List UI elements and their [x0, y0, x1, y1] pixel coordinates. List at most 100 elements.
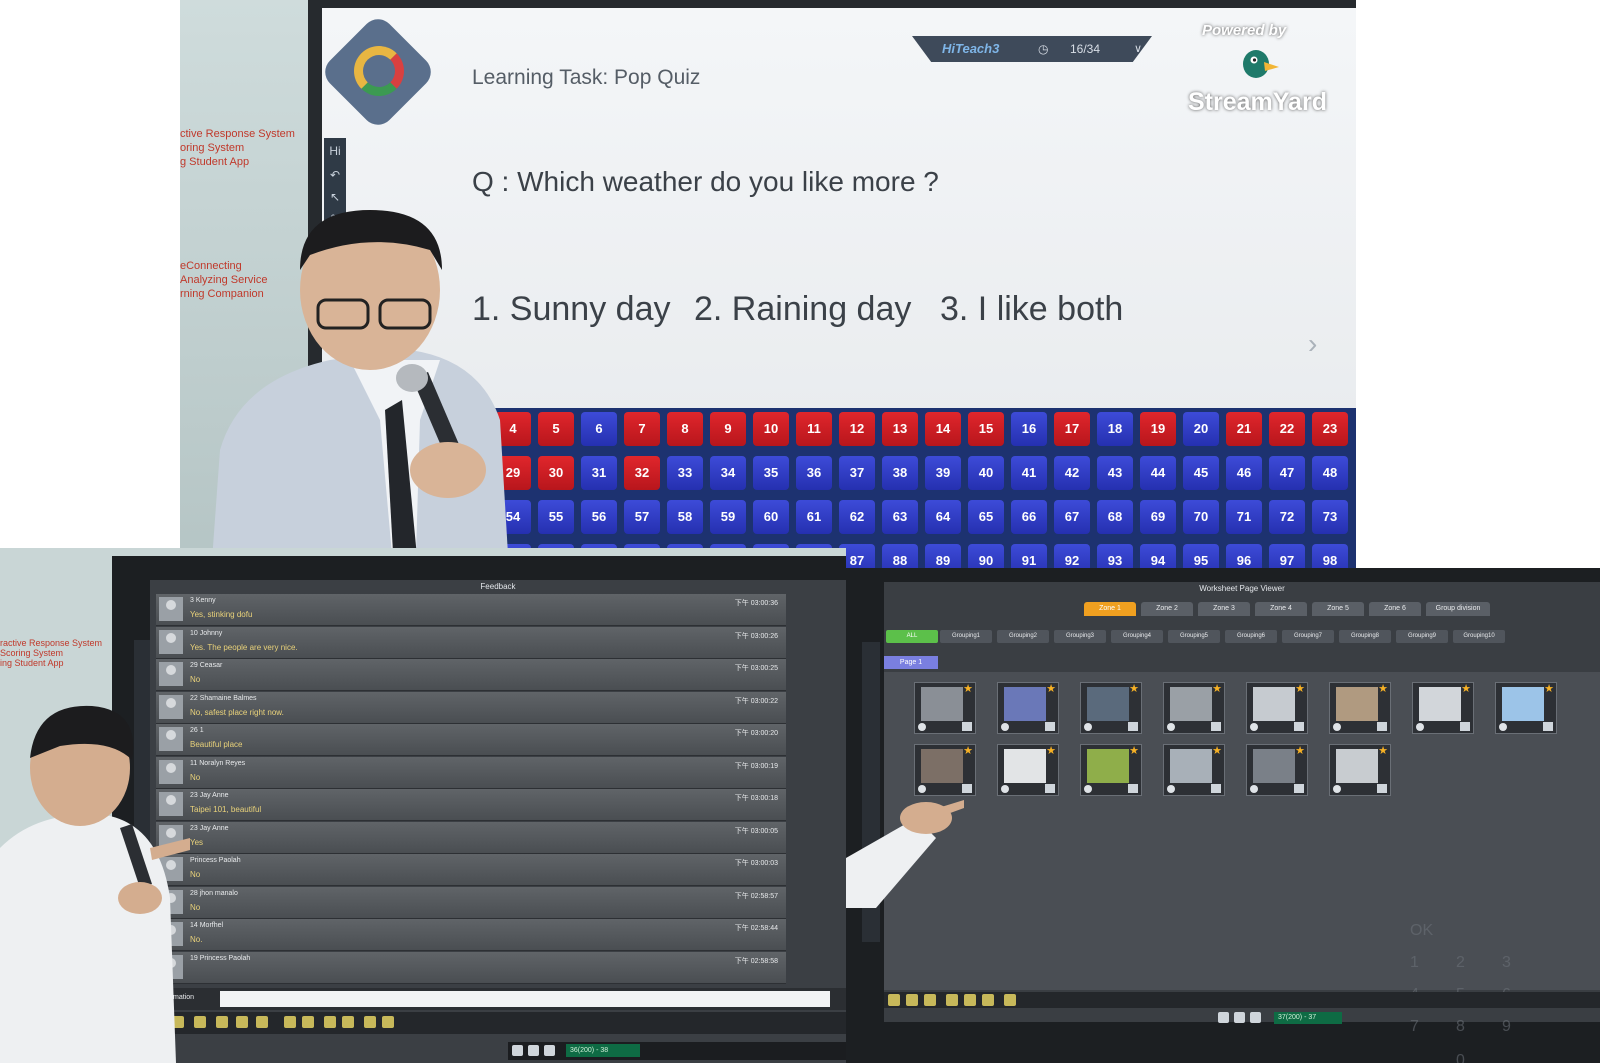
- student-number-cell[interactable]: 73: [1312, 500, 1348, 534]
- grouping-tab[interactable]: Grouping3: [1054, 630, 1106, 643]
- student-number-cell[interactable]: 36: [796, 456, 832, 490]
- student-number-cell[interactable]: 7: [624, 412, 660, 446]
- hiteach-side-toolbar[interactable]: Hi ↶ ↖ ✎: [324, 138, 346, 248]
- student-number-cell[interactable]: 4: [495, 412, 531, 446]
- camera-icon[interactable]: [1084, 723, 1092, 731]
- student-number-cell[interactable]: 38: [882, 456, 918, 490]
- camera-icon[interactable]: [1167, 723, 1175, 731]
- feedback-row[interactable]: 22 Shamaine Balmes No, safest place right…: [156, 691, 786, 724]
- grid-icon[interactable]: [1128, 784, 1138, 793]
- network-icon[interactable]: [544, 1045, 555, 1056]
- feedback-row[interactable]: Princess Paolah No 下午 03:00:03: [156, 854, 786, 886]
- student-number-cell[interactable]: 6: [581, 412, 617, 446]
- student-number-cell[interactable]: 17: [1054, 412, 1090, 446]
- student-number-cell[interactable]: 28: [452, 456, 488, 490]
- student-number-cell[interactable]: 32: [624, 456, 660, 490]
- toolbar-button-icon[interactable]: [1004, 994, 1016, 1006]
- grouping-tab[interactable]: Grouping1: [940, 630, 992, 643]
- feedback-row[interactable]: 11 Noralyn Reyes No 下午 03:00:19: [156, 756, 786, 789]
- grouping-tab[interactable]: Grouping5: [1168, 630, 1220, 643]
- student-number-cell[interactable]: 63: [882, 500, 918, 534]
- star-icon[interactable]: ★: [1295, 746, 1305, 757]
- camera-icon[interactable]: [1333, 723, 1341, 731]
- hi-icon[interactable]: Hi: [328, 144, 342, 158]
- student-number-cell[interactable]: 62: [839, 500, 875, 534]
- feedback-row[interactable]: 23 Jay Anne Taipei 101, beautiful 下午 03:00…: [156, 789, 786, 821]
- grid-icon[interactable]: [1377, 784, 1387, 793]
- feedback-row[interactable]: 19 Princess Paolah 下午 02:58:58: [156, 951, 786, 984]
- student-number-cell[interactable]: 65: [968, 500, 1004, 534]
- camera-icon[interactable]: [1001, 785, 1009, 793]
- star-icon[interactable]: ★: [1129, 746, 1139, 757]
- star-icon[interactable]: ★: [1378, 746, 1388, 757]
- student-number-cell[interactable]: 70: [1183, 500, 1219, 534]
- toolbar-button-icon[interactable]: [964, 994, 976, 1006]
- student-number-cell[interactable]: 43: [1097, 456, 1133, 490]
- grouping-tab[interactable]: ALL: [886, 630, 938, 643]
- student-number-cell[interactable]: 35: [753, 456, 789, 490]
- student-number-cell[interactable]: 59: [710, 500, 746, 534]
- camera-icon[interactable]: [1167, 785, 1175, 793]
- student-number-cell[interactable]: 71: [1226, 500, 1262, 534]
- student-number-cell[interactable]: 21: [1226, 412, 1262, 446]
- grouping-tab[interactable]: Grouping4: [1111, 630, 1163, 643]
- star-icon[interactable]: ★: [1461, 684, 1471, 695]
- feedback-row[interactable]: 10 Johnny Yes. The people are very nice. 下…: [156, 626, 786, 659]
- star-icon[interactable]: ★: [1046, 684, 1056, 695]
- camera-icon[interactable]: [1084, 785, 1092, 793]
- student-number-cell[interactable]: 16: [1011, 412, 1047, 446]
- student-number-cell[interactable]: 64: [925, 500, 961, 534]
- bottom-toolbar[interactable]: [884, 992, 1600, 1008]
- worksheet-thumbnail[interactable]: ★: [1412, 682, 1474, 734]
- worksheet-thumbnail[interactable]: ★: [1163, 682, 1225, 734]
- toolbar-button-icon[interactable]: [982, 994, 994, 1006]
- worksheet-thumbnail[interactable]: ★: [1246, 744, 1308, 796]
- star-icon[interactable]: ★: [1212, 684, 1222, 695]
- student-number-cell[interactable]: 48: [1312, 456, 1348, 490]
- student-number-cell[interactable]: 44: [1140, 456, 1176, 490]
- star-icon[interactable]: ★: [1129, 684, 1139, 695]
- grid-icon[interactable]: [1377, 722, 1387, 731]
- camera-icon[interactable]: [1499, 723, 1507, 731]
- student-number-cell[interactable]: 41: [1011, 456, 1047, 490]
- grid-icon[interactable]: [1294, 784, 1304, 793]
- camera-icon[interactable]: [1250, 723, 1258, 731]
- worksheet-thumbnail[interactable]: ★: [1163, 744, 1225, 796]
- student-number-cell[interactable]: 20: [1183, 412, 1219, 446]
- feedback-row[interactable]: 28 jhon manalo No 下午 02:58:57: [156, 886, 786, 919]
- grid-icon[interactable]: [1045, 784, 1055, 793]
- toolbar-button-icon[interactable]: [906, 994, 918, 1006]
- hiteach-top-bar[interactable]: HiTeach3 ◷ 16/34 ∨: [912, 36, 1152, 62]
- worksheet-thumbnail[interactable]: ★: [1329, 744, 1391, 796]
- student-number-cell[interactable]: 10: [753, 412, 789, 446]
- student-number-cell[interactable]: 60: [753, 500, 789, 534]
- student-number-cell[interactable]: 5: [538, 412, 574, 446]
- camera-icon[interactable]: [1333, 785, 1341, 793]
- student-number-cell[interactable]: 47: [1269, 456, 1305, 490]
- toolbar-button-icon[interactable]: [924, 994, 936, 1006]
- toolbar-button-icon[interactable]: [382, 1016, 394, 1028]
- grid-icon[interactable]: [1460, 722, 1470, 731]
- student-number-cell[interactable]: 11: [796, 412, 832, 446]
- student-number-cell[interactable]: 54: [495, 500, 531, 534]
- document-icon[interactable]: [512, 1045, 523, 1056]
- student-number-cell[interactable]: 68: [1097, 500, 1133, 534]
- star-icon[interactable]: ★: [963, 684, 973, 695]
- toolbar-button-icon[interactable]: [216, 1016, 228, 1028]
- page-indicator[interactable]: 16/34: [1070, 36, 1100, 62]
- student-number-cell[interactable]: 46: [1226, 456, 1262, 490]
- network-icon[interactable]: [1250, 1012, 1261, 1023]
- star-icon[interactable]: ★: [1295, 684, 1305, 695]
- feedback-list[interactable]: 3 Kenny Yes, stinking dofu 下午 03:00:36 10 J…: [150, 594, 846, 986]
- toolbar-button-icon[interactable]: [888, 994, 900, 1006]
- student-number-cell[interactable]: 39: [925, 456, 961, 490]
- grouping-tab[interactable]: Grouping9: [1396, 630, 1448, 643]
- feedback-row[interactable]: 14 Morfhel No. 下午 02:58:44: [156, 919, 786, 951]
- information-input[interactable]: [220, 991, 830, 1007]
- student-number-cell[interactable]: 61: [796, 500, 832, 534]
- student-number-cell[interactable]: 67: [1054, 500, 1090, 534]
- grid-icon[interactable]: [1045, 722, 1055, 731]
- camera-icon[interactable]: [918, 723, 926, 731]
- grouping-tab[interactable]: Grouping2: [997, 630, 1049, 643]
- feedback-row[interactable]: 29 Ceasar No 下午 03:00:25: [156, 659, 786, 691]
